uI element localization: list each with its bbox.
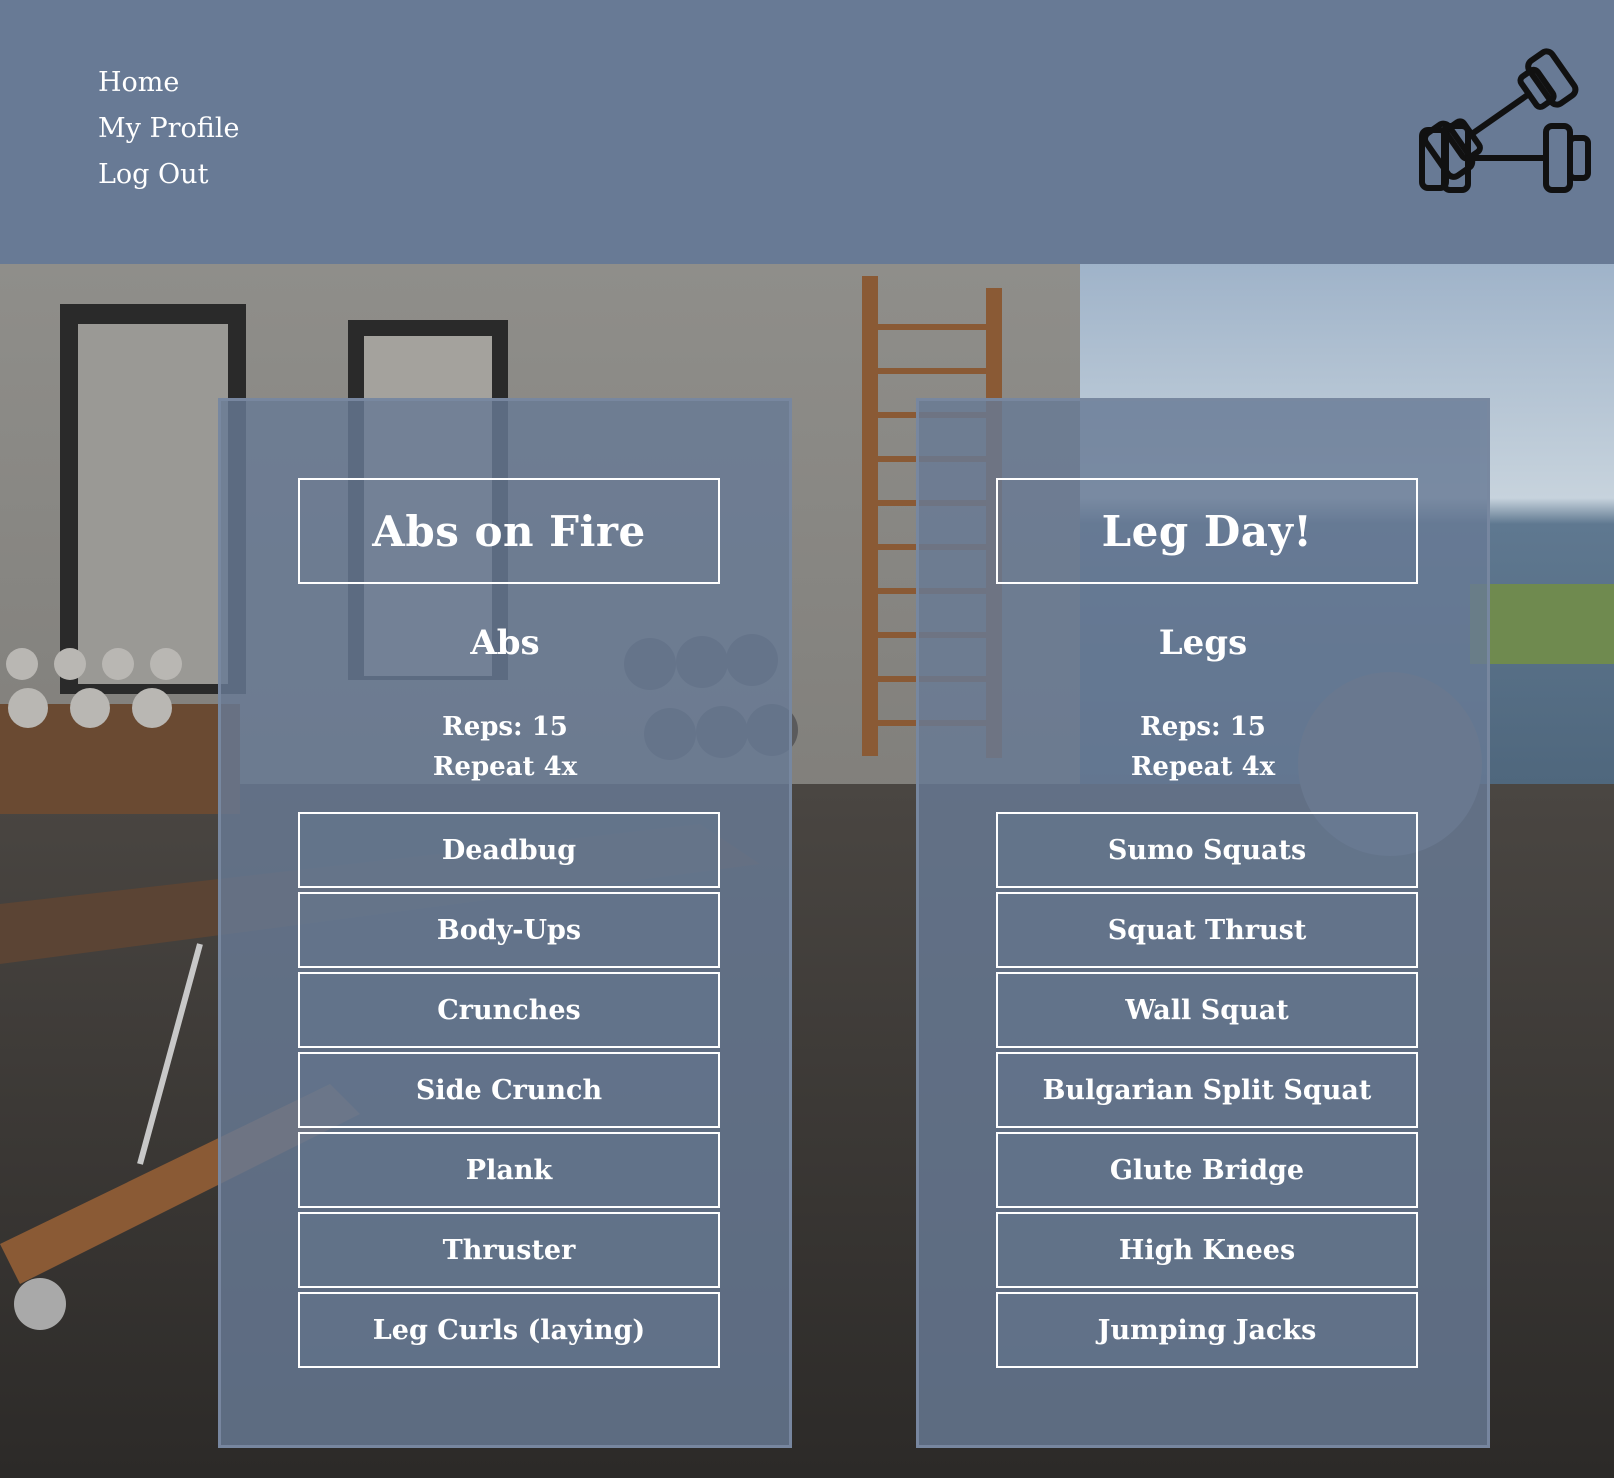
workout-repeat: Repeat 4x: [432, 752, 578, 782]
workout-title[interactable]: Leg Day!: [996, 478, 1418, 584]
exercise-item[interactable]: Body-Ups: [298, 892, 720, 968]
exercise-item[interactable]: Bulgarian Split Squat: [996, 1052, 1418, 1128]
exercise-item[interactable]: Crunches: [298, 972, 720, 1048]
workout-reps: Reps: 15: [442, 712, 568, 742]
exercise-item[interactable]: Thruster: [298, 1212, 720, 1288]
workout-reps: Reps: 15: [1140, 712, 1266, 742]
workout-reps-info: Reps: 15 Repeat 4x: [919, 707, 1487, 787]
nav-log-out-link[interactable]: Log Out: [98, 152, 239, 198]
exercise-item[interactable]: Jumping Jacks: [996, 1292, 1418, 1368]
exercise-item[interactable]: Glute Bridge: [996, 1132, 1418, 1208]
exercise-item[interactable]: Plank: [298, 1132, 720, 1208]
workout-reps-info: Reps: 15 Repeat 4x: [221, 707, 789, 787]
workout-title[interactable]: Abs on Fire: [298, 478, 720, 584]
nav-home-link[interactable]: Home: [98, 60, 239, 106]
exercise-item[interactable]: High Knees: [996, 1212, 1418, 1288]
exercise-list: Sumo Squats Squat Thrust Wall Squat Bulg…: [996, 812, 1418, 1372]
exercise-item[interactable]: Sumo Squats: [996, 812, 1418, 888]
exercise-item[interactable]: Deadbug: [298, 812, 720, 888]
exercise-item[interactable]: Squat Thrust: [996, 892, 1418, 968]
exercise-item[interactable]: Leg Curls (laying): [298, 1292, 720, 1368]
exercise-list: Deadbug Body-Ups Crunches Side Crunch Pl…: [298, 812, 720, 1372]
workout-category: Legs: [1158, 623, 1248, 663]
nav-my-profile-link[interactable]: My Profile: [98, 106, 239, 152]
exercise-item[interactable]: Wall Squat: [996, 972, 1418, 1048]
dumbbells-icon[interactable]: [1412, 38, 1598, 198]
workout-category: Abs: [470, 623, 540, 663]
exercise-item[interactable]: Side Crunch: [298, 1052, 720, 1128]
workout-card-legs[interactable]: Leg Day! Legs Reps: 15 Repeat 4x Sumo Sq…: [916, 398, 1490, 1448]
main-nav: Home My Profile Log Out: [98, 60, 239, 198]
site-header: Home My Profile Log Out: [0, 0, 1614, 264]
workout-card-abs[interactable]: Abs on Fire Abs Reps: 15 Repeat 4x Deadb…: [218, 398, 792, 1448]
workout-repeat: Repeat 4x: [1130, 752, 1276, 782]
